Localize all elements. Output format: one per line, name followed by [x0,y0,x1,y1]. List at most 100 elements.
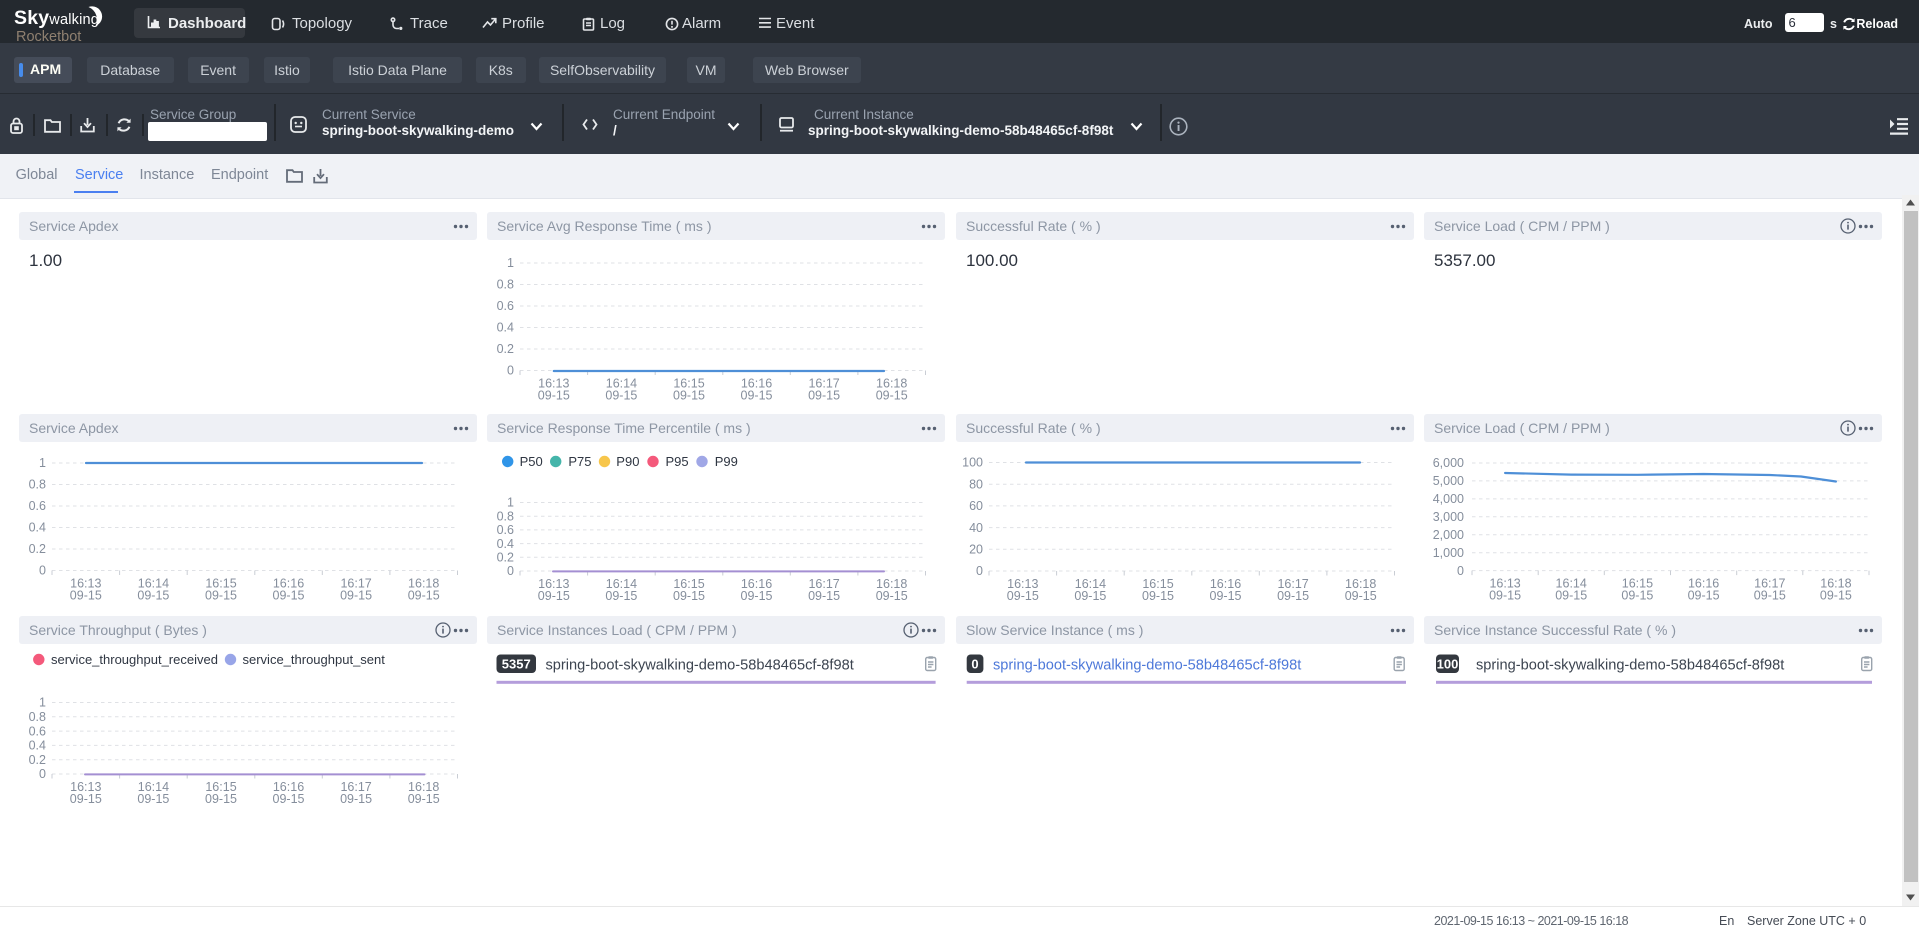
svg-text:09-15: 09-15 [673,389,705,403]
svg-text:09-15: 09-15 [137,792,169,806]
svg-text:P99: P99 [715,454,738,469]
svg-text:40: 40 [969,521,983,535]
svg-text:Service Instances Load ( CPM /: Service Instances Load ( CPM / PPM ) [497,622,737,638]
svg-text:P75: P75 [568,454,591,469]
svg-text:0.4: 0.4 [29,739,46,753]
svg-text:1.00: 1.00 [29,251,62,270]
svg-text:09-15: 09-15 [205,792,237,806]
svg-text:0.6: 0.6 [497,523,514,537]
svg-text:Service Load ( CPM / PPM ): Service Load ( CPM / PPM ) [1434,218,1610,234]
svg-text:20: 20 [969,543,983,557]
svg-text:Slow Service Instance ( ms ): Slow Service Instance ( ms ) [966,622,1143,638]
svg-text:1: 1 [39,696,46,710]
svg-text:60: 60 [969,499,983,513]
svg-text:0.8: 0.8 [29,710,46,724]
svg-text:2,000: 2,000 [1433,528,1464,542]
svg-text:100: 100 [1437,656,1459,671]
svg-text:80: 80 [969,477,983,491]
svg-text:09-15: 09-15 [1345,589,1377,603]
svg-text:spring-boot-skywalking-demo-58: spring-boot-skywalking-demo-58b48465cf-8… [1476,658,1784,674]
svg-text:09-15: 09-15 [1277,589,1309,603]
svg-text:09-15: 09-15 [808,589,840,603]
svg-text:5,000: 5,000 [1433,474,1464,488]
svg-text:100.00: 100.00 [966,251,1018,270]
svg-text:5357.00: 5357.00 [1434,251,1495,270]
svg-text:0.4: 0.4 [497,537,514,551]
svg-text:09-15: 09-15 [1688,589,1720,603]
svg-text:0.2: 0.2 [29,542,46,556]
svg-text:09-15: 09-15 [408,589,440,603]
svg-text:0: 0 [39,564,46,578]
svg-text:1: 1 [39,456,46,470]
svg-text:09-15: 09-15 [808,389,840,403]
svg-text:09-15: 09-15 [605,589,637,603]
svg-text:1: 1 [507,256,514,270]
svg-text:09-15: 09-15 [1621,589,1653,603]
svg-text:Service Apdex: Service Apdex [29,420,119,436]
svg-text:Service Load ( CPM / PPM ): Service Load ( CPM / PPM ) [1434,420,1610,436]
svg-text:6,000: 6,000 [1433,456,1464,470]
svg-text:Service Apdex: Service Apdex [29,218,119,234]
svg-text:0: 0 [976,564,983,578]
svg-text:09-15: 09-15 [340,792,372,806]
svg-text:09-15: 09-15 [70,792,102,806]
svg-text:0.6: 0.6 [497,299,514,313]
svg-text:09-15: 09-15 [876,589,908,603]
svg-text:0.8: 0.8 [497,509,514,523]
svg-text:09-15: 09-15 [1210,589,1242,603]
svg-text:0.2: 0.2 [497,551,514,565]
svg-text:0: 0 [507,364,514,378]
svg-text:0: 0 [507,564,514,578]
svg-text:Successful Rate ( % ): Successful Rate ( % ) [966,420,1101,436]
svg-text:Service Throughput ( Bytes ): Service Throughput ( Bytes ) [29,622,207,638]
svg-text:09-15: 09-15 [408,792,440,806]
svg-text:09-15: 09-15 [1820,589,1852,603]
svg-text:09-15: 09-15 [1489,589,1521,603]
svg-text:09-15: 09-15 [876,389,908,403]
svg-text:09-15: 09-15 [741,589,773,603]
svg-text:0.2: 0.2 [29,753,46,767]
svg-text:09-15: 09-15 [1007,589,1039,603]
svg-text:09-15: 09-15 [1754,589,1786,603]
svg-text:09-15: 09-15 [137,589,169,603]
svg-text:0.4: 0.4 [497,321,514,335]
svg-text:09-15: 09-15 [741,389,773,403]
svg-text:0.8: 0.8 [497,278,514,292]
svg-text:09-15: 09-15 [1142,589,1174,603]
svg-text:5357: 5357 [502,656,531,671]
svg-text:0: 0 [39,767,46,781]
svg-text:09-15: 09-15 [1074,589,1106,603]
svg-text:spring-boot-skywalking-demo-58: spring-boot-skywalking-demo-58b48465cf-8… [546,658,854,674]
svg-text:09-15: 09-15 [673,589,705,603]
svg-text:09-15: 09-15 [70,589,102,603]
svg-text:09-15: 09-15 [340,589,372,603]
svg-text:0: 0 [971,656,978,671]
svg-text:1,000: 1,000 [1433,546,1464,560]
svg-text:09-15: 09-15 [273,589,305,603]
svg-text:service_throughput_sent: service_throughput_sent [243,652,386,667]
svg-text:Service Instance Successful Ra: Service Instance Successful Rate ( % ) [1434,622,1676,638]
svg-text:09-15: 09-15 [1555,589,1587,603]
svg-text:0.8: 0.8 [29,478,46,492]
svg-text:09-15: 09-15 [538,589,570,603]
svg-text:P50: P50 [520,454,543,469]
svg-text:service_throughput_received: service_throughput_received [51,652,218,667]
svg-text:P90: P90 [616,454,639,469]
svg-text:Service Response Time Percenti: Service Response Time Percentile ( ms ) [497,420,751,436]
svg-text:4,000: 4,000 [1433,492,1464,506]
svg-text:0.4: 0.4 [29,521,46,535]
svg-text:0: 0 [1457,564,1464,578]
svg-text:09-15: 09-15 [605,389,637,403]
svg-text:0.2: 0.2 [497,342,514,356]
svg-text:spring-boot-skywalking-demo-58: spring-boot-skywalking-demo-58b48465cf-8… [993,658,1301,674]
svg-text:0.6: 0.6 [29,724,46,738]
svg-text:1: 1 [507,496,514,510]
svg-text:09-15: 09-15 [205,589,237,603]
svg-text:100: 100 [962,456,983,470]
svg-text:Successful Rate ( % ): Successful Rate ( % ) [966,218,1101,234]
svg-text:P95: P95 [666,454,689,469]
svg-text:Service Avg Response Time ( ms: Service Avg Response Time ( ms ) [497,218,711,234]
svg-text:0.6: 0.6 [29,499,46,513]
svg-text:09-15: 09-15 [273,792,305,806]
svg-text:09-15: 09-15 [538,389,570,403]
